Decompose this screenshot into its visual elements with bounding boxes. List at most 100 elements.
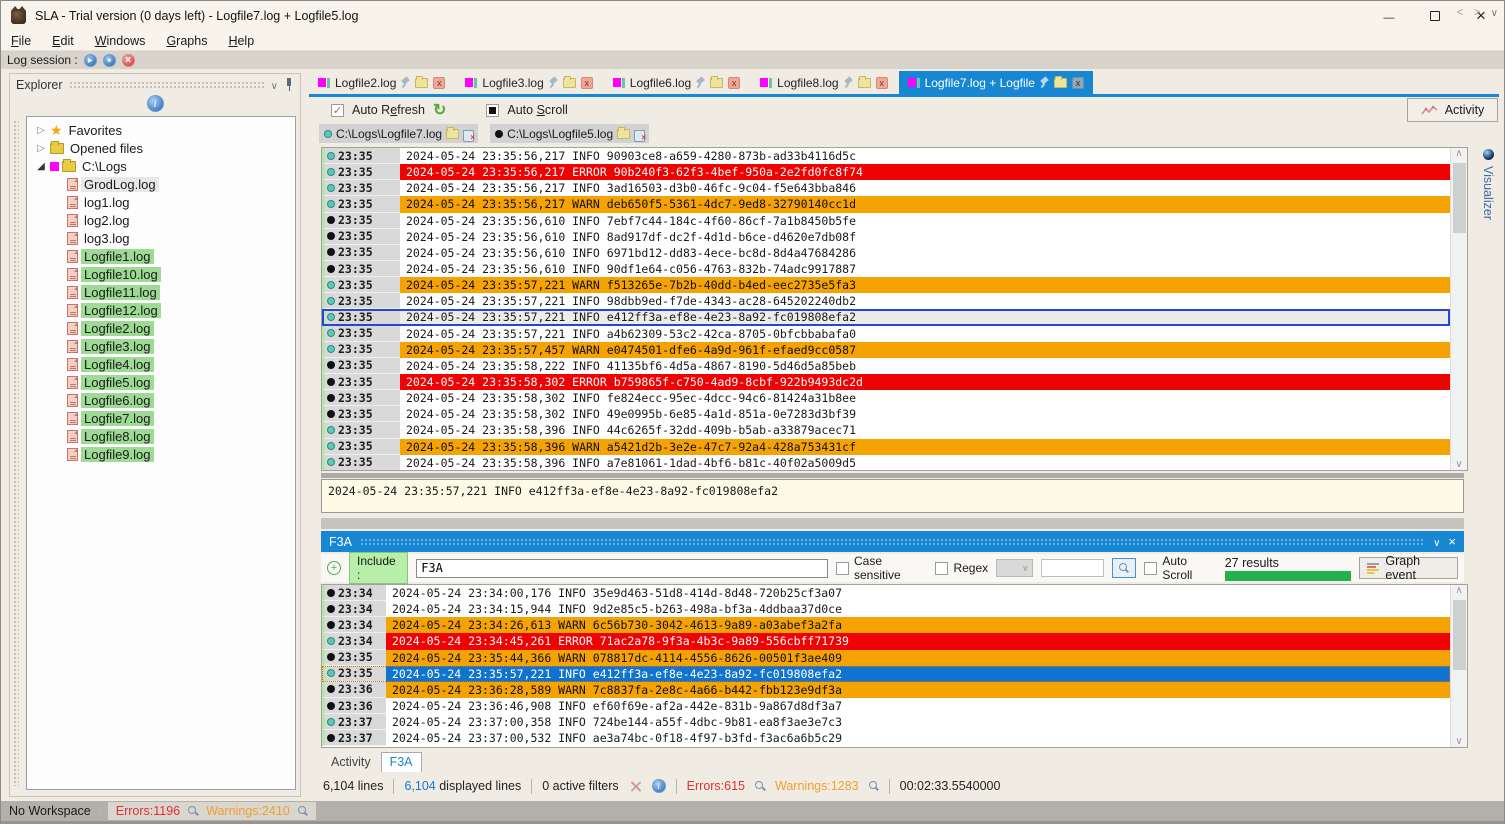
scroll-up-icon[interactable] — [1455, 148, 1462, 159]
tree-expander-icon[interactable] — [35, 143, 47, 154]
main-log-scrollbar[interactable] — [1450, 148, 1467, 470]
menu-file[interactable]: File — [11, 34, 31, 48]
menu-graphs[interactable]: Graphs — [166, 34, 207, 48]
folder-icon[interactable] — [710, 78, 723, 88]
filtered-log-scrollbar[interactable] — [1450, 585, 1467, 747]
pin-icon[interactable] — [696, 77, 705, 88]
warnings-search-icon[interactable] — [869, 781, 879, 791]
case-sensitive-option[interactable]: Case sensitive — [836, 554, 927, 582]
scroll-down-icon[interactable] — [1455, 459, 1462, 470]
tree-item[interactable]: Opened files — [27, 139, 295, 157]
regex-checkbox[interactable] — [935, 562, 948, 575]
chevron-down-icon[interactable] — [271, 78, 278, 92]
log-row[interactable]: 23:352024-05-24 23:35:56,610 INFO 7ebf7c… — [322, 213, 1450, 229]
bottom-tab-f3a[interactable]: F3A — [381, 752, 422, 772]
errors-search-icon[interactable] — [755, 781, 765, 791]
tree-item[interactable]: Logfile10.log — [27, 265, 295, 283]
folder-icon[interactable] — [1054, 78, 1067, 88]
log-row[interactable]: 23:352024-05-24 23:35:56,217 INFO 90903c… — [322, 148, 1450, 164]
log-row[interactable]: 23:352024-05-24 23:35:57,221 WARN f51326… — [322, 277, 1450, 293]
folder-icon[interactable] — [415, 78, 428, 88]
menu-windows[interactable]: Windows — [95, 34, 146, 48]
log-row[interactable]: 23:352024-05-24 23:35:57,221 INFO 98dbb9… — [322, 293, 1450, 309]
scrollbar-thumb[interactable] — [1453, 163, 1466, 233]
tree-item[interactable]: Logfile7.log — [27, 409, 295, 427]
tree-item[interactable]: Logfile6.log — [27, 391, 295, 409]
tree-expander-icon[interactable] — [35, 161, 47, 172]
pin-icon[interactable] — [844, 77, 853, 88]
folder-icon[interactable] — [563, 78, 576, 88]
tab-close-icon[interactable] — [728, 77, 740, 89]
folder-icon[interactable] — [446, 129, 459, 139]
log-row[interactable]: 23:352024-05-24 23:35:57,457 WARN e04745… — [322, 342, 1450, 358]
tree-item[interactable]: Logfile3.log — [27, 337, 295, 355]
explorer-side-grip[interactable] — [13, 120, 19, 786]
log-row[interactable]: 23:352024-05-24 23:35:58,396 INFO a7e810… — [322, 455, 1450, 470]
tab-close-icon[interactable] — [581, 77, 593, 89]
session-stop-button[interactable] — [103, 54, 116, 67]
log-row[interactable]: 23:342024-05-24 23:34:26,613 WARN 6c56b7… — [322, 617, 1450, 633]
trash-icon[interactable] — [634, 128, 644, 140]
log-row[interactable]: 23:352024-05-24 23:35:57,221 INFO a4b623… — [322, 326, 1450, 342]
auto-refresh-checkbox[interactable] — [331, 104, 344, 117]
log-row[interactable]: 23:352024-05-24 23:35:58,396 WARN a5421d… — [322, 439, 1450, 455]
filter-tools-icon[interactable] — [629, 780, 642, 793]
tree-item[interactable]: Logfile4.log — [27, 355, 295, 373]
document-tab[interactable]: Logfile6.log — [604, 71, 749, 94]
panel-grip-texture[interactable] — [69, 81, 265, 88]
document-tab[interactable]: Logfile7.log + Logfile — [899, 71, 1093, 94]
tree-item[interactable]: Logfile2.log — [27, 319, 295, 337]
log-row[interactable]: 23:342024-05-24 23:34:45,261 ERROR 71ac2… — [322, 633, 1450, 649]
maximize-button[interactable] — [1412, 1, 1458, 31]
tab-scroll-left-icon[interactable]: < — [1457, 5, 1464, 19]
tab-scroll-right-icon[interactable]: > — [1474, 5, 1481, 19]
document-tab[interactable]: Logfile2.log — [309, 71, 454, 94]
log-row[interactable]: 23:352024-05-24 23:35:58,396 INFO 44c626… — [322, 422, 1450, 438]
tree-item[interactable]: Logfile11.log — [27, 283, 295, 301]
scrollbar-thumb[interactable] — [1453, 600, 1466, 670]
log-row[interactable]: 23:352024-05-24 23:35:56,217 ERROR 90b24… — [322, 164, 1450, 180]
menu-help[interactable]: Help — [228, 34, 254, 48]
document-tab[interactable]: Logfile3.log — [456, 71, 601, 94]
folder-icon[interactable] — [858, 78, 871, 88]
log-row[interactable]: 23:352024-05-24 23:35:56,610 INFO 6971bd… — [322, 245, 1450, 261]
log-row[interactable]: 23:352024-05-24 23:35:44,366 WARN 078817… — [322, 650, 1450, 666]
log-row[interactable]: 23:342024-05-24 23:34:00,176 INFO 35e9d4… — [322, 585, 1450, 601]
menu-edit[interactable]: Edit — [52, 34, 74, 48]
include-chip[interactable]: Include : — [349, 552, 408, 584]
folder-icon[interactable] — [617, 129, 630, 139]
log-row[interactable]: 23:352024-05-24 23:35:56,610 INFO 90df1e… — [322, 261, 1450, 277]
trash-icon[interactable] — [463, 128, 473, 140]
warnings-search-icon[interactable] — [298, 806, 308, 816]
log-row[interactable]: 23:352024-05-24 23:35:58,302 INFO 49e099… — [322, 406, 1450, 422]
scroll-up-icon[interactable] — [1455, 585, 1462, 596]
scroll-down-icon[interactable] — [1455, 736, 1462, 747]
info-icon[interactable] — [147, 95, 164, 112]
file-path-chip[interactable]: C:\Logs\Logfile5.log — [490, 124, 649, 143]
filter-query-input[interactable] — [416, 559, 828, 578]
filter-auto-scroll-option[interactable]: Auto Scroll — [1144, 554, 1216, 582]
info-icon-small[interactable] — [652, 779, 666, 793]
tree-item[interactable]: Logfile5.log — [27, 373, 295, 391]
log-row[interactable]: 23:352024-05-24 23:35:58,302 INFO fe824e… — [322, 390, 1450, 406]
filter-chevron-down-icon[interactable] — [1433, 535, 1440, 549]
filter-close-icon[interactable] — [1448, 534, 1456, 549]
horizontal-splitter[interactable] — [321, 473, 1464, 478]
session-close-button[interactable] — [122, 54, 135, 67]
regex-option[interactable]: Regex — [935, 561, 988, 575]
tree-item[interactable]: Logfile9.log — [27, 445, 295, 463]
log-row[interactable]: 23:352024-05-24 23:35:57,221 INFO e412ff… — [322, 309, 1450, 325]
log-row[interactable]: 23:342024-05-24 23:34:15,944 INFO 9d2e85… — [322, 601, 1450, 617]
filter-auto-scroll-checkbox[interactable] — [1144, 562, 1157, 575]
log-row[interactable]: 23:352024-05-24 23:35:56,217 INFO 3ad165… — [322, 180, 1450, 196]
log-row[interactable]: 23:372024-05-24 23:37:00,358 INFO 724be1… — [322, 714, 1450, 730]
tree-item[interactable]: log3.log — [27, 229, 295, 247]
log-row[interactable]: 23:352024-05-24 23:35:56,610 INFO 8ad917… — [322, 229, 1450, 245]
errors-search-icon[interactable] — [188, 806, 198, 816]
filter-panel-grip[interactable] — [360, 538, 1425, 545]
tree-item[interactable]: C:\Logs — [27, 157, 295, 175]
auto-scroll-checkbox[interactable] — [486, 104, 499, 117]
document-tab[interactable]: Logfile8.log — [751, 71, 896, 94]
log-row[interactable]: 23:352024-05-24 23:35:57,221 INFO e412ff… — [322, 666, 1450, 682]
tree-item[interactable]: GrodLog.log — [27, 175, 295, 193]
